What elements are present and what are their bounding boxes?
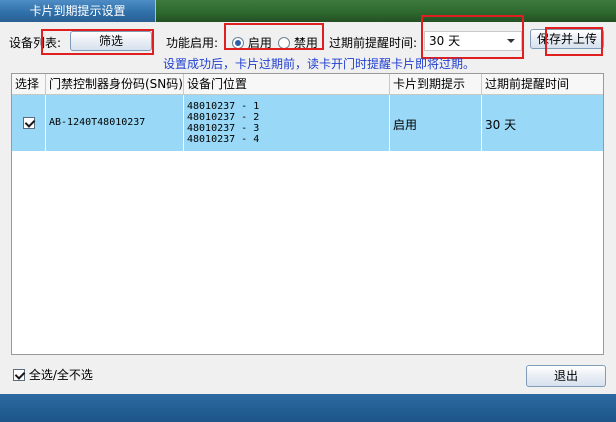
door-position: 48010237 - 3: [187, 123, 260, 134]
device-table[interactable]: 选择 门禁控制器身份码(SN码) 设备门位置 卡片到期提示 过期前提醒时间 AB…: [11, 73, 604, 355]
door-position: 48010237 - 1: [187, 101, 260, 112]
hint-text: 设置成功后，卡片过期前，读卡开门时提醒卡片即将过期。: [163, 57, 476, 71]
chevron-down-icon: [507, 39, 515, 43]
feature-enable-label: 功能启用:: [166, 36, 219, 50]
door-position: 48010237 - 2: [187, 112, 260, 123]
device-list-label: 设备列表:: [9, 36, 62, 50]
radio-enable-label: 启用: [247, 36, 272, 50]
row-expiry-prompt: 启用: [390, 95, 482, 151]
row-select-cell: [12, 95, 46, 151]
select-all-option[interactable]: 全选/全不选: [13, 366, 93, 383]
remind-time-value: 30 天: [429, 34, 461, 48]
select-all-checkbox[interactable]: [13, 369, 25, 381]
window-title: 卡片到期提示设置: [0, 0, 156, 22]
bottom-band: [0, 394, 616, 422]
save-upload-button[interactable]: 保存并上传: [530, 29, 604, 49]
radio-enable-icon[interactable]: [232, 37, 244, 49]
column-header-door[interactable]: 设备门位置: [184, 74, 390, 95]
filter-button[interactable]: 筛选: [70, 31, 152, 51]
column-header-sn[interactable]: 门禁控制器身份码(SN码): [46, 74, 184, 95]
door-position: 48010237 - 4: [187, 134, 260, 145]
row-remind-time: 30 天: [485, 118, 517, 132]
table-row[interactable]: AB-1240T48010237 48010237 - 1 48010237 -…: [12, 95, 603, 151]
exit-button[interactable]: 退出: [526, 365, 606, 387]
radio-disable-option[interactable]: 禁用: [278, 34, 318, 51]
radio-disable-icon[interactable]: [278, 37, 290, 49]
remind-time-select[interactable]: 30 天: [424, 31, 522, 51]
column-header-select[interactable]: 选择: [12, 74, 46, 95]
radio-enable-option[interactable]: 启用: [232, 34, 272, 51]
select-all-label: 全选/全不选: [28, 368, 93, 382]
column-header-remind-time[interactable]: 过期前提醒时间: [482, 74, 603, 95]
row-doors: 48010237 - 1 48010237 - 2 48010237 - 3 4…: [184, 95, 390, 151]
row-sn: AB-1240T48010237: [46, 95, 184, 151]
column-header-expiry-prompt[interactable]: 卡片到期提示: [390, 74, 482, 95]
title-bar: 卡片到期提示设置: [0, 0, 616, 22]
remind-time-label: 过期前提醒时间:: [329, 36, 418, 50]
row-checkbox[interactable]: [23, 117, 35, 129]
radio-disable-label: 禁用: [293, 36, 318, 50]
